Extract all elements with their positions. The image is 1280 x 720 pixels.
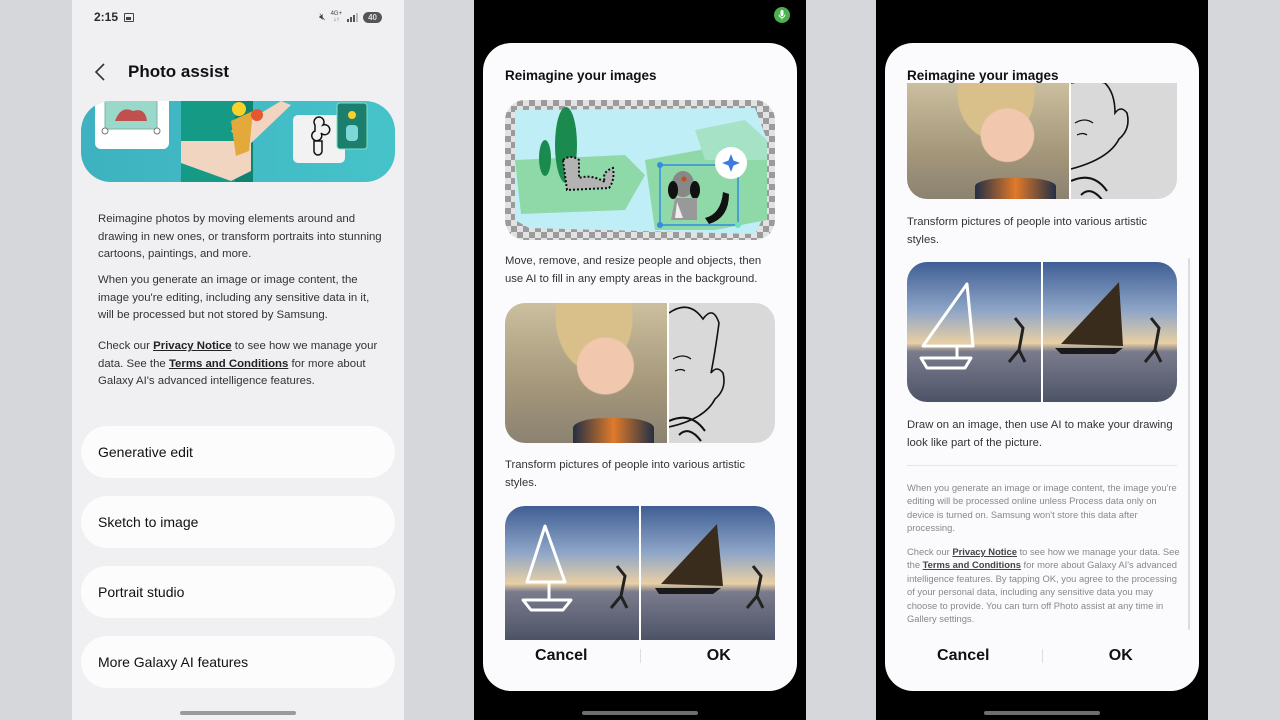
page-title: Photo assist: [128, 62, 230, 81]
home-indicator[interactable]: [180, 711, 296, 715]
portrait-studio-illustration: [907, 83, 1177, 199]
portrait-studio-illustration: [505, 303, 775, 443]
dialog-buttons: Cancel OK: [483, 641, 797, 671]
4g-plus-network-icon: 4G+ ↓↑: [330, 11, 343, 23]
cancel-button[interactable]: Cancel: [483, 647, 640, 665]
signal-icon: [347, 12, 359, 22]
gallery-notification-icon: [124, 12, 135, 22]
portrait-sketch: [668, 303, 775, 443]
generative-edit-illustration: [505, 100, 775, 240]
menu-item-sketch-to-image[interactable]: Sketch to image: [81, 496, 395, 548]
home-indicator[interactable]: [984, 711, 1100, 715]
sketch-after-image: [1043, 262, 1177, 402]
privacy-notice-link[interactable]: Privacy Notice: [153, 340, 232, 352]
privacy-notice-link[interactable]: Privacy Notice: [952, 546, 1017, 557]
battery-indicator: 40: [363, 11, 382, 23]
cancel-button[interactable]: Cancel: [885, 647, 1042, 665]
sketch-before-image: [907, 262, 1041, 402]
status-bar: 2:15 🔇︎ 4G+ ↓↑ 40: [94, 9, 382, 25]
mic-icon: [774, 7, 790, 23]
data-processing-notice: When you generate an image or image cont…: [98, 274, 370, 321]
banner-illustration: [95, 101, 368, 182]
terms-and-conditions-link[interactable]: Terms and Conditions: [169, 358, 288, 370]
sketch-before-image: [505, 506, 639, 640]
reimagine-dialog: Reimagine your images Move, remove, and …: [483, 43, 797, 691]
generative-edit-caption: Move, remove, and resize people and obje…: [505, 255, 762, 285]
reimagine-dialog-screen-scrolled: Reimagine your images Transform pictures…: [876, 0, 1208, 720]
menu-item-generative-edit[interactable]: Generative edit: [81, 426, 395, 478]
reimagine-dialog: Reimagine your images Transform pictures…: [885, 43, 1199, 691]
terms-and-conditions-link[interactable]: Terms and Conditions: [923, 559, 1021, 570]
menu-item-more-galaxy-ai-features[interactable]: More Galaxy AI features: [81, 636, 395, 688]
portrait-studio-caption: Transform pictures of people into variou…: [505, 459, 746, 489]
menu-item-portrait-studio[interactable]: Portrait studio: [81, 566, 395, 618]
home-indicator[interactable]: [582, 711, 698, 715]
app-bar: Photo assist: [94, 58, 229, 86]
photo-assist-settings-screen: 2:15 🔇︎ 4G+ ↓↑ 40 Photo assist Reimagine…: [72, 0, 404, 720]
sketch-to-image-illustration: [907, 262, 1177, 402]
sketch-to-image-caption: Draw on an image, then use AI to make yo…: [907, 419, 1173, 449]
ok-button[interactable]: OK: [641, 647, 798, 665]
portrait-photo: [907, 83, 1069, 199]
data-processing-notice: When you generate an image or image cont…: [907, 482, 1177, 534]
sketch-to-image-illustration: [505, 506, 775, 640]
portrait-sketch: [1070, 83, 1177, 199]
mute-icon: 🔇︎: [319, 11, 326, 23]
reimagine-dialog-screen-top: Reimagine your images Move, remove, and …: [474, 0, 806, 720]
dialog-title: Reimagine your images: [907, 68, 1065, 83]
dialog-buttons: Cancel OK: [885, 641, 1199, 671]
portrait-photo: [505, 303, 667, 443]
feature-description: Reimagine photos by moving elements arou…: [98, 213, 382, 260]
privacy-terms-notice: Check our Privacy Notice to see how we m…: [98, 340, 378, 387]
sketch-after-image: [641, 506, 775, 640]
portrait-studio-caption: Transform pictures of people into variou…: [907, 216, 1148, 246]
ok-button[interactable]: OK: [1043, 647, 1200, 665]
screenshot-collage: 2:15 🔇︎ 4G+ ↓↑ 40 Photo assist Reimagine…: [0, 0, 1280, 720]
section-divider: [907, 465, 1177, 466]
privacy-terms-notice: Check our Privacy Notice to see how we m…: [907, 546, 1180, 625]
dialog-title: Reimagine your images: [505, 68, 657, 83]
chevron-left-icon: [94, 63, 105, 81]
status-time: 2:15: [94, 10, 119, 24]
back-button[interactable]: [94, 58, 110, 86]
photo-assist-banner-illustration: [81, 101, 395, 182]
dialog-scrollbar[interactable]: [1188, 258, 1190, 630]
generative-edit-image: [505, 100, 775, 240]
